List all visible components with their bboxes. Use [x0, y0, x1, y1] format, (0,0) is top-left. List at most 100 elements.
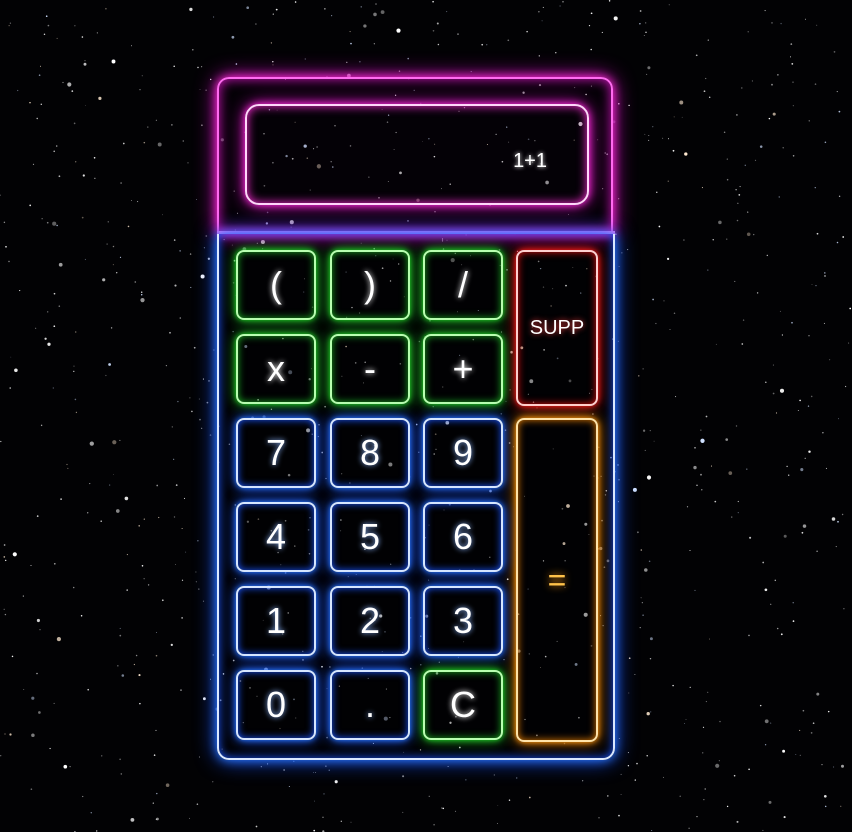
- star: [74, 25, 76, 27]
- star: [836, 241, 839, 244]
- divide-button[interactable]: /: [423, 250, 503, 320]
- delete-button[interactable]: SUPP: [516, 250, 598, 406]
- star: [718, 760, 720, 762]
- star: [173, 239, 176, 241]
- digit-0-button[interactable]: 0: [236, 670, 316, 740]
- star: [797, 409, 799, 411]
- star: [87, 688, 89, 691]
- star: [205, 89, 207, 92]
- star: [827, 710, 830, 713]
- star: [703, 90, 706, 93]
- star: [73, 365, 75, 367]
- digit-9-button[interactable]: 9: [423, 418, 503, 488]
- star: [507, 39, 510, 42]
- star: [137, 201, 139, 203]
- star: [36, 515, 39, 517]
- clear-button[interactable]: C: [423, 670, 503, 740]
- star: [749, 536, 752, 539]
- star: [180, 689, 182, 691]
- star: [119, 758, 121, 761]
- star: [638, 375, 640, 377]
- star: [822, 431, 824, 434]
- star: [653, 440, 655, 442]
- star: [642, 614, 644, 617]
- star: [272, 64, 274, 66]
- digit-4-button[interactable]: 4: [236, 502, 316, 572]
- star: [791, 63, 794, 65]
- star: [792, 155, 795, 157]
- star: [56, 224, 58, 227]
- star: [23, 688, 25, 691]
- decimal-button[interactable]: .: [330, 670, 410, 740]
- open-paren-button[interactable]: (: [236, 250, 316, 320]
- star: [726, 805, 729, 808]
- star: [441, 807, 443, 809]
- star: [815, 284, 817, 287]
- star: [735, 189, 737, 191]
- star: [648, 134, 650, 136]
- star: [598, 817, 600, 819]
- star: [617, 340, 620, 343]
- star: [694, 447, 696, 449]
- star: [667, 180, 670, 182]
- star: [73, 122, 76, 125]
- star: [53, 562, 56, 565]
- star: [202, 378, 204, 380]
- star: [188, 817, 190, 819]
- star: [171, 124, 173, 126]
- star: [601, 31, 603, 33]
- star: [738, 194, 741, 196]
- digit-8-button[interactable]: 8: [330, 418, 410, 488]
- star: [402, 811, 404, 813]
- star: [811, 284, 813, 285]
- digit-6-button[interactable]: 6: [423, 502, 503, 572]
- star: [174, 284, 177, 287]
- plus-button[interactable]: +: [423, 334, 503, 404]
- star: [130, 818, 135, 822]
- digit-1-button[interactable]: 1: [236, 586, 316, 656]
- star: [140, 297, 145, 303]
- digit-7-button[interactable]: 7: [236, 418, 316, 488]
- star: [804, 18, 806, 20]
- star: [663, 300, 665, 302]
- digit-3-button[interactable]: 3: [423, 586, 503, 656]
- star: [119, 439, 121, 441]
- star: [770, 603, 772, 605]
- star: [158, 516, 160, 519]
- star: [140, 291, 143, 293]
- star: [8, 25, 10, 27]
- star: [772, 392, 775, 395]
- star: [75, 161, 77, 163]
- star: [112, 246, 114, 248]
- star: [155, 654, 158, 657]
- star: [314, 771, 317, 774]
- star: [823, 322, 825, 324]
- calculator-screen: 1+1: [245, 104, 589, 205]
- star: [656, 191, 658, 193]
- digit-5-button[interactable]: 5: [330, 502, 410, 572]
- star: [93, 157, 96, 159]
- star: [396, 28, 401, 33]
- star: [360, 6, 362, 8]
- star: [346, 61, 348, 63]
- star: [9, 387, 11, 389]
- star: [14, 368, 18, 373]
- star: [762, 561, 765, 564]
- star: [707, 269, 709, 271]
- equals-button[interactable]: =: [516, 418, 598, 742]
- star: [3, 544, 6, 546]
- star: [100, 755, 103, 757]
- star: [195, 581, 197, 583]
- close-paren-button[interactable]: ): [330, 250, 410, 320]
- star: [649, 657, 652, 660]
- star: [693, 465, 697, 470]
- star: [686, 506, 689, 508]
- minus-button[interactable]: -: [330, 334, 410, 404]
- star: [748, 768, 750, 771]
- digit-2-button[interactable]: 2: [330, 586, 410, 656]
- star: [84, 60, 86, 62]
- star: [636, 762, 638, 765]
- star: [131, 45, 132, 47]
- star: [156, 792, 158, 795]
- multiply-button[interactable]: x: [236, 334, 316, 404]
